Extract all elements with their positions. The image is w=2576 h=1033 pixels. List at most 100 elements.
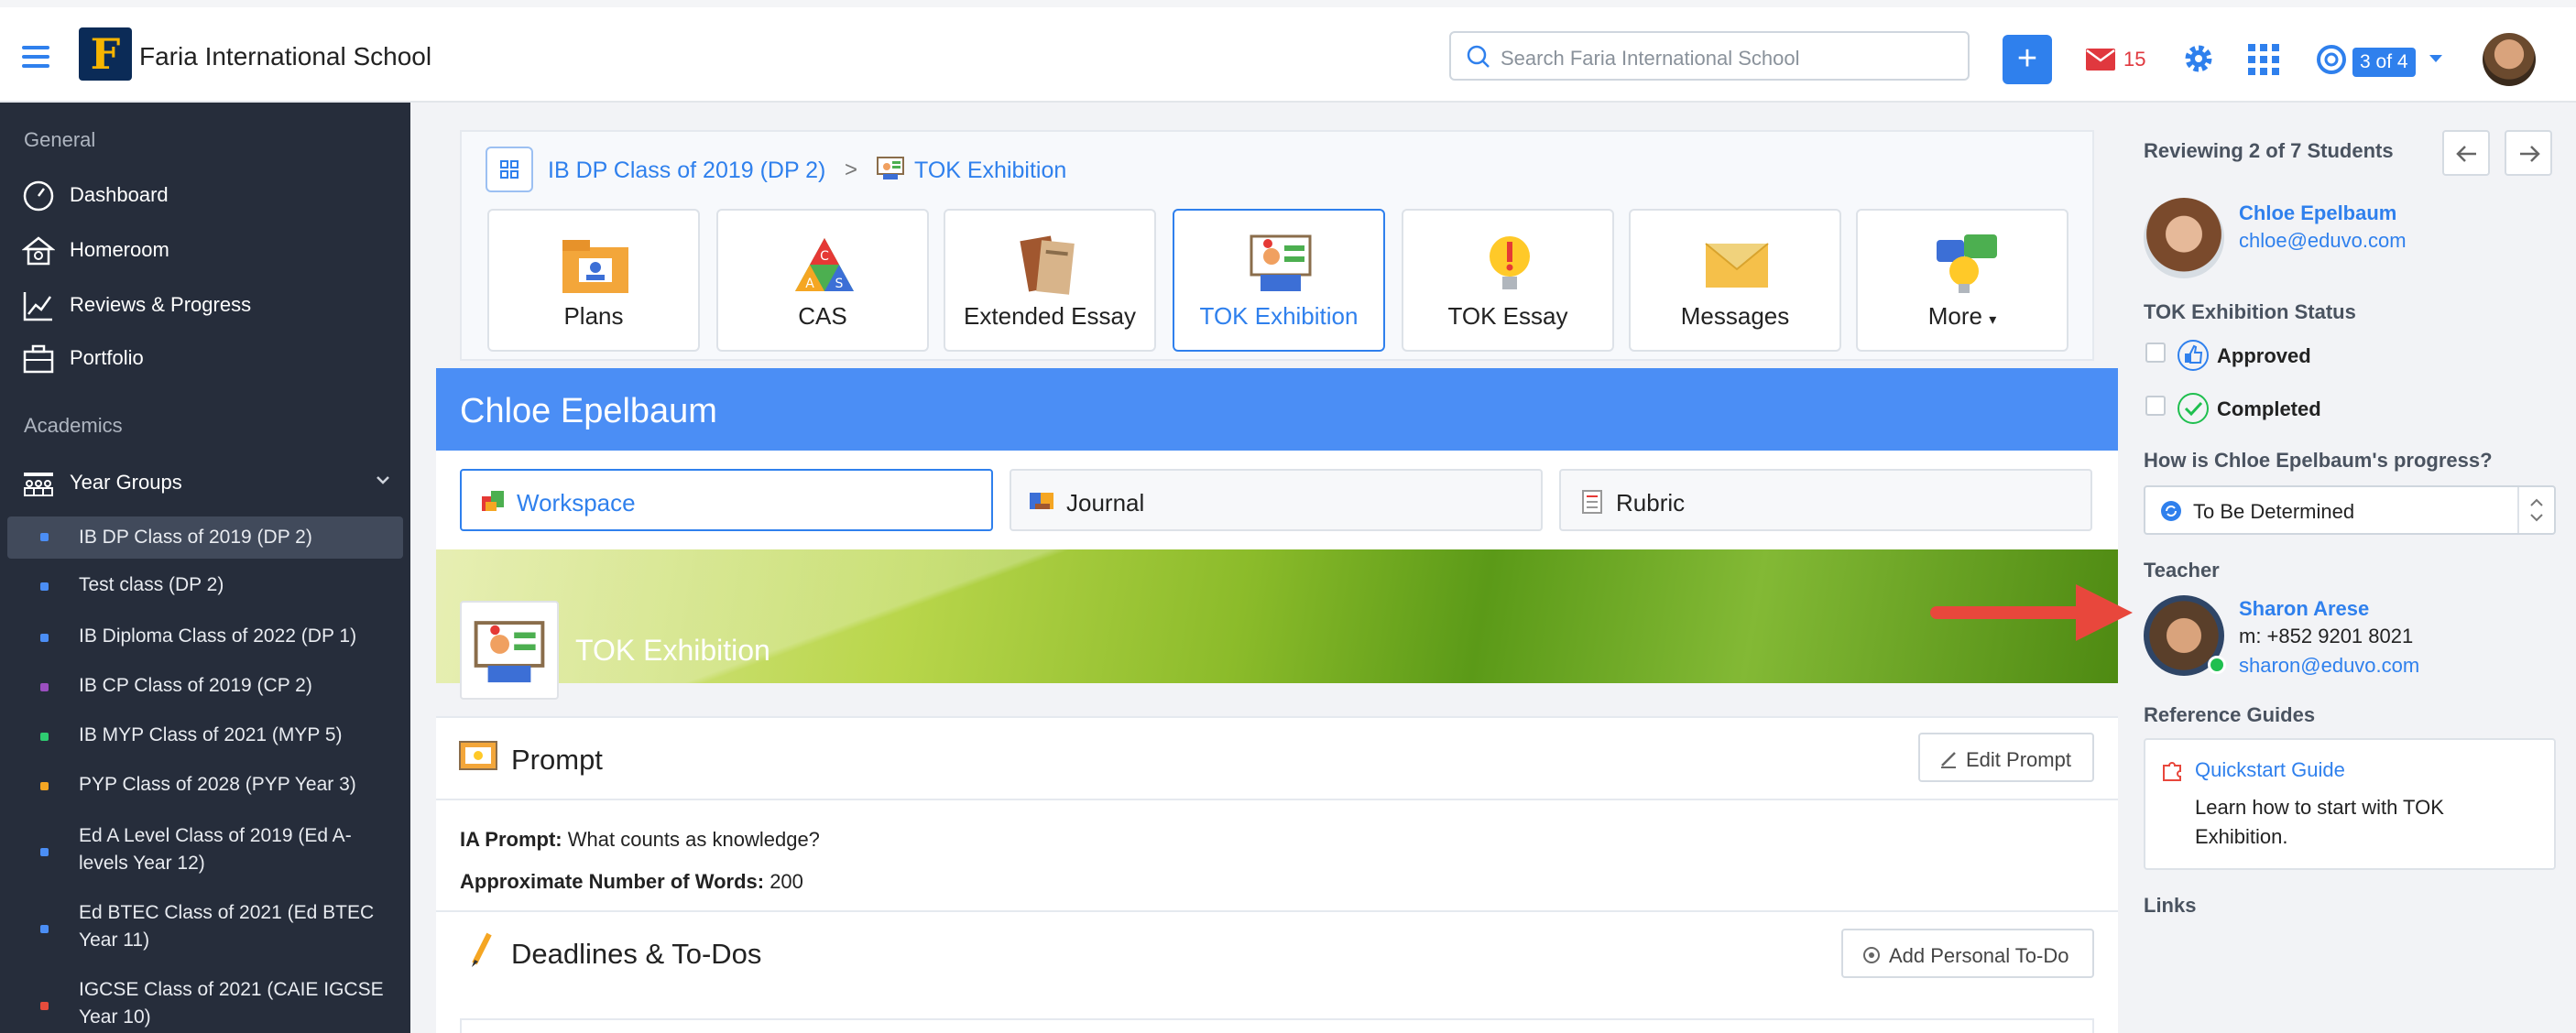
word-count-value: 200 [770, 870, 803, 893]
student-email-link[interactable]: chloe@eduvo.com [2239, 229, 2407, 253]
hamburger-menu-icon[interactable] [22, 46, 49, 68]
sidebar-item-label: Reviews & Progress [70, 293, 252, 316]
word-count-label: Approximate Number of Words: [460, 870, 765, 893]
thumbs-up-icon [2178, 340, 2209, 371]
tile-messages[interactable]: Messages [1629, 209, 1841, 352]
tile-tok-essay[interactable]: TOK Essay [1402, 209, 1614, 352]
student-avatar[interactable] [2144, 198, 2224, 278]
pencil-icon [1941, 752, 1956, 768]
teacher-heading: Teacher [2144, 559, 2220, 582]
search-icon [1467, 45, 1490, 68]
mail-count-badge[interactable]: 15 [2123, 48, 2145, 71]
class-label: IB Diploma Class of 2022 (DP 1) [79, 625, 357, 647]
class-label: PYP Class of 2028 (PYP Year 3) [79, 774, 356, 795]
add-personal-todo-button[interactable]: Add Personal To-Do [1841, 929, 2094, 978]
help-lifebuoy-icon[interactable] [2316, 44, 2347, 75]
lightbulb-icon [1490, 236, 1530, 289]
ia-prompt-row: IA Prompt: What counts as knowledge? [460, 828, 820, 852]
school-name[interactable]: Faria International School [139, 42, 431, 71]
todo-list-box [460, 1018, 2094, 1033]
student-name: Chloe Epelbaum [460, 392, 717, 430]
teacher-name-link[interactable]: Sharon Arese [2239, 597, 2369, 621]
arrow-left-icon [2456, 146, 2476, 162]
deadlines-title: Deadlines & To-Dos [511, 938, 762, 970]
pager-badge[interactable]: 3 of 4 [2352, 48, 2416, 77]
class-label: IB DP Class of 2019 (DP 2) [79, 527, 312, 548]
status-heading: TOK Exhibition Status [2144, 300, 2356, 323]
more-label: More [1927, 302, 1982, 330]
breadcrumb-class-link[interactable]: IB DP Class of 2019 (DP 2) [548, 158, 825, 184]
tile-more[interactable]: More ▾ [1856, 209, 2068, 352]
refresh-circle-icon [2161, 501, 2181, 521]
reference-guides-heading: Reference Guides [2144, 703, 2316, 726]
word-count-row: Approximate Number of Words: 200 [460, 870, 803, 894]
svg-text:S: S [835, 277, 844, 291]
ideas-icon [1937, 234, 1997, 293]
chevron-down-icon[interactable] [2429, 55, 2442, 62]
sidebar-class-item[interactable]: Ed BTEC Class of 2021 (Ed BTEC Year 11) [7, 899, 403, 958]
tile-cas[interactable]: CAS CAS [716, 209, 929, 352]
tab-workspace[interactable]: Workspace [460, 469, 993, 531]
arrow-right-icon [2520, 146, 2540, 162]
school-logo[interactable]: F [79, 27, 132, 81]
class-label: Test class (DP 2) [79, 574, 224, 595]
pencil-icon [472, 932, 492, 967]
tab-journal[interactable]: Journal [1010, 469, 1543, 531]
button-label: Edit Prompt [1966, 748, 2071, 771]
class-color-dot [40, 848, 49, 856]
class-color-dot [40, 683, 49, 691]
user-avatar[interactable] [2483, 33, 2536, 86]
progress-select[interactable]: To Be Determined [2144, 485, 2556, 535]
homeroom-icon [22, 236, 55, 266]
books-icon [1020, 235, 1075, 295]
student-header: Chloe Epelbaum [436, 368, 2118, 451]
completed-checkbox[interactable] [2145, 396, 2166, 416]
chevron-down-icon[interactable] [376, 474, 390, 485]
student-name-link[interactable]: Chloe Epelbaum [2239, 201, 2396, 225]
dashboard-icon [23, 180, 54, 212]
workspace-icon [482, 491, 504, 511]
presentation-icon [1250, 234, 1312, 291]
class-color-dot [40, 582, 49, 591]
class-label: IGCSE Class of 2021 (CAIE IGCSE Year 10) [79, 979, 384, 1028]
previous-student-button[interactable] [2442, 130, 2490, 176]
check-circle-icon [2178, 393, 2209, 424]
quickstart-guide-description: Learn how to start with TOK Exhibition. [2195, 796, 2444, 848]
gear-icon[interactable] [2182, 42, 2215, 75]
tile-plans[interactable]: Plans [487, 209, 700, 352]
apps-grid-icon[interactable] [2248, 44, 2279, 75]
tile-label: TOK Essay [1447, 302, 1568, 330]
class-color-dot [40, 782, 49, 790]
tab-rubric[interactable]: Rubric [1559, 469, 2092, 531]
tile-label: Plans [563, 302, 624, 330]
edit-prompt-button[interactable]: Edit Prompt [1918, 733, 2094, 782]
search-input[interactable]: Search Faria International School [1449, 31, 1970, 81]
quickstart-guide-link[interactable]: Quickstart Guide [2195, 758, 2345, 782]
tile-extended-essay[interactable]: Extended Essay [944, 209, 1156, 352]
mail-icon[interactable] [2085, 48, 2116, 71]
teacher-email-link[interactable]: sharon@eduvo.com [2239, 654, 2419, 678]
search-placeholder: Search Faria International School [1501, 47, 1800, 70]
add-button[interactable]: + [2003, 35, 2052, 84]
annotation-arrow [1930, 584, 2133, 641]
approved-checkbox[interactable] [2145, 343, 2166, 363]
class-label: IB MYP Class of 2021 (MYP 5) [79, 724, 343, 745]
caret-down-icon: ▾ [1989, 312, 1997, 328]
sidebar-class-item[interactable]: IB DP Class of 2019 (DP 2) [7, 516, 403, 559]
grid-icon[interactable] [486, 147, 533, 192]
next-student-button[interactable] [2505, 130, 2552, 176]
sidebar-class-item[interactable]: Ed A Level Class of 2019 (Ed A-levels Ye… [7, 822, 403, 881]
sidebar-class-item[interactable]: IGCSE Class of 2021 (CAIE IGCSE Year 10) [7, 976, 403, 1033]
tab-label: Rubric [1616, 489, 1686, 516]
rubric-icon [1582, 490, 1602, 514]
progress-question: How is Chloe Epelbaum's progress? [2144, 449, 2493, 472]
sidebar-item-label: Year Groups [70, 471, 182, 494]
class-color-dot [40, 925, 49, 933]
progress-value: To Be Determined [2193, 500, 2355, 523]
class-label: IB CP Class of 2019 (CP 2) [79, 675, 312, 696]
journal-icon [1030, 493, 1053, 509]
reviewing-count: Reviewing 2 of 7 Students [2144, 139, 2394, 162]
completed-label: Completed [2217, 397, 2321, 420]
tile-tok-exhibition[interactable]: TOK Exhibition [1173, 209, 1385, 352]
tile-label: Extended Essay [964, 302, 1136, 330]
